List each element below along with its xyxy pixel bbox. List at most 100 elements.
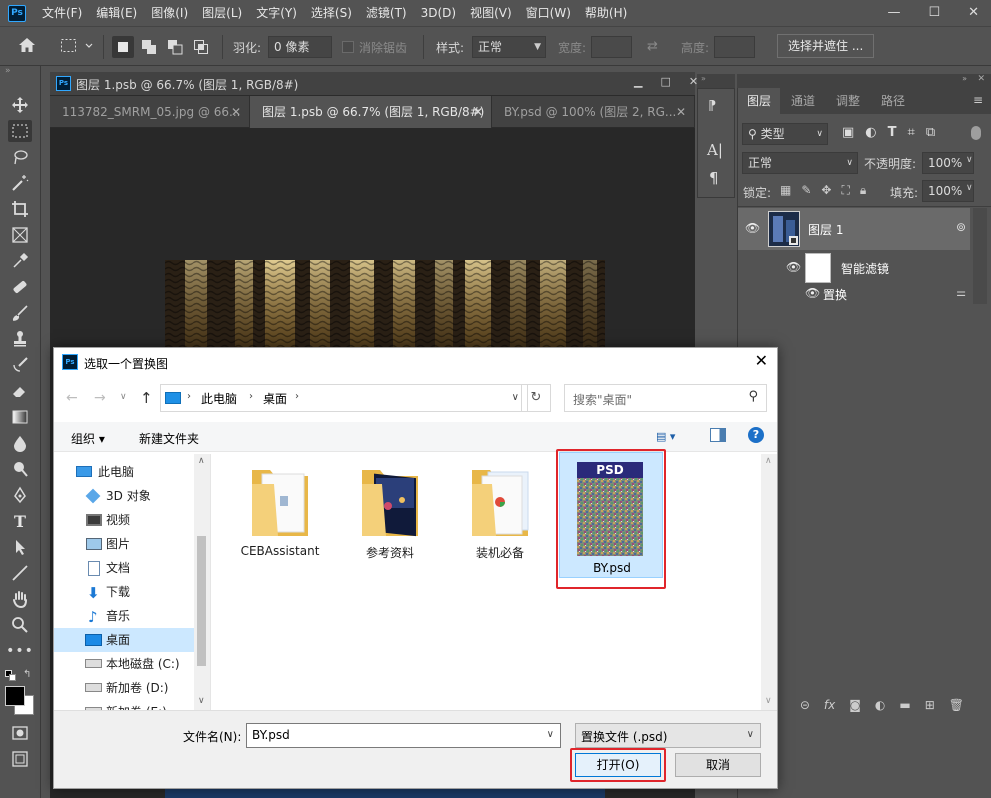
menu-file[interactable]: 文件(F) (35, 0, 89, 26)
minimize-icon[interactable]: — (887, 5, 900, 20)
close-icon[interactable]: ✕ (755, 351, 768, 370)
collapse-icon[interactable]: » (5, 66, 11, 76)
collapse-icon[interactable]: » (701, 74, 706, 83)
lock-transparent-icon[interactable]: ▦ (780, 183, 791, 198)
filename-input[interactable]: BY.psd ∨ (246, 723, 561, 748)
menu-select[interactable]: 选择(S) (304, 0, 359, 26)
breadcrumb-this-pc[interactable]: 此电脑 (201, 390, 237, 407)
menu-3d[interactable]: 3D(D) (414, 0, 463, 26)
screen-mode-icon[interactable] (8, 748, 32, 770)
menu-filter[interactable]: 滤镜(T) (359, 0, 414, 26)
nav-pictures[interactable]: 图片 (54, 532, 194, 556)
select-and-mask-button[interactable]: 选择并遮住 ... (777, 34, 875, 58)
move-tool-icon[interactable] (8, 94, 32, 116)
new-adjustment-icon[interactable]: ◐ (875, 698, 885, 712)
search-box[interactable]: 搜索"桌面" ⚲ (564, 384, 767, 412)
shape-filter-icon[interactable]: ⌗ (908, 125, 915, 140)
smart-object-filter-icon[interactable]: ⧉ (926, 125, 935, 140)
filter-options-icon[interactable]: ⚌ (956, 286, 966, 299)
file-folder-reference[interactable]: 参考资料 (342, 456, 438, 561)
recent-locations-icon[interactable]: ∨ (120, 392, 127, 402)
menu-layer[interactable]: 图层(L) (195, 0, 249, 26)
address-bar[interactable]: › 此电脑 › 桌面 › ∨ (160, 384, 528, 412)
new-group-icon[interactable]: ▬ (899, 698, 910, 712)
nav-documents[interactable]: 文档 (54, 556, 194, 580)
eyedropper-tool-icon[interactable] (8, 250, 32, 272)
menu-window[interactable]: 窗口(W) (519, 0, 578, 26)
panel-scrollbar[interactable] (973, 208, 987, 304)
adjustment-filter-icon[interactable]: ◐ (865, 125, 876, 140)
default-colors-icon[interactable] (5, 670, 17, 685)
intersect-selection-icon[interactable] (190, 36, 212, 61)
preview-pane-icon[interactable] (710, 428, 726, 442)
close-icon[interactable]: ✕ (977, 74, 985, 84)
minimize-icon[interactable]: ▁ (634, 75, 642, 88)
nav-music[interactable]: ♪ 音乐 (54, 604, 194, 628)
back-arrow-icon[interactable]: ← (66, 390, 78, 406)
nav-drive-e[interactable]: 新加卷 (E:) (54, 700, 194, 710)
subtract-selection-icon[interactable] (164, 36, 186, 61)
cancel-button[interactable]: 取消 (675, 753, 761, 777)
close-tab-icon[interactable]: ✕ (676, 96, 686, 128)
zoom-tool-icon[interactable] (8, 614, 32, 636)
paragraph-panel-icon[interactable]: ¶ (709, 169, 719, 187)
type-tool-icon[interactable]: T (8, 510, 32, 532)
scrollbar-thumb[interactable] (197, 536, 206, 666)
swap-icon[interactable]: ⇄ (647, 39, 658, 54)
nav-scrollbar[interactable]: ∧ ∨ (194, 454, 210, 710)
nav-drive-d[interactable]: 新加卷 (D:) (54, 676, 194, 700)
smart-filter-indicator-icon[interactable]: ⊚ (956, 220, 966, 234)
path-selection-tool-icon[interactable] (8, 536, 32, 558)
rectangular-marquee-tool-icon[interactable] (8, 120, 32, 142)
eraser-tool-icon[interactable] (8, 380, 32, 402)
more-tools-icon[interactable]: ••• (6, 640, 33, 662)
menu-type[interactable]: 文字(Y) (249, 0, 304, 26)
chevron-down-icon[interactable]: ∨ (747, 729, 754, 740)
chevron-down-icon[interactable]: ∨ (512, 392, 519, 403)
new-folder-button[interactable]: 新建文件夹 (139, 430, 199, 447)
tab-113782-jpg[interactable]: 113782_SMRM_05.jpg @ 66... ✕ (50, 96, 250, 128)
chevron-down-icon[interactable]: ∨ (966, 183, 973, 193)
file-folder-cebassistant[interactable]: CEBAssistant (232, 456, 328, 558)
pen-tool-icon[interactable] (8, 484, 32, 506)
layer-row-layer1[interactable]: 👁︎ 图层 1 ⊚ (738, 208, 970, 250)
chevron-down-icon[interactable]: ∨ (198, 696, 205, 706)
refresh-icon[interactable]: ↻ (521, 384, 551, 412)
new-selection-icon[interactable] (112, 36, 134, 58)
tab-layer1-psb[interactable]: 图层 1.psb @ 66.7% (图层 1, RGB/8#) ✕ (250, 96, 492, 128)
layer-row-smart-filters[interactable]: 👁︎ 智能滤镜 (738, 250, 970, 286)
nav-desktop[interactable]: 桌面 (54, 628, 194, 652)
forward-arrow-icon[interactable]: → (94, 390, 106, 406)
antialias-checkbox[interactable] (342, 41, 354, 53)
filetype-select[interactable]: 置换文件 (.psd) ∨ (575, 723, 761, 748)
maximize-icon[interactable]: ☐ (928, 5, 940, 20)
filter-toggle[interactable] (971, 126, 981, 140)
tab-by-psd[interactable]: BY.psd @ 100% (图层 2, RG... ✕ (492, 96, 695, 128)
nav-drive-c[interactable]: 本地磁盘 (C:) (54, 652, 194, 676)
close-icon[interactable]: ✕ (968, 5, 979, 20)
nav-downloads[interactable]: ⬇ 下载 (54, 580, 194, 604)
lock-artboard-icon[interactable]: ⛶ (841, 183, 849, 198)
lock-position-icon[interactable]: ✥ (821, 183, 831, 198)
chevron-up-icon[interactable]: ∧ (198, 456, 205, 466)
history-panel-icon[interactable]: ⁋ (708, 99, 716, 114)
tab-layers[interactable]: 图层 (738, 88, 780, 114)
maximize-icon[interactable]: □ (660, 75, 670, 88)
collapse-icon[interactable]: » (962, 74, 967, 83)
help-icon[interactable]: ? (748, 427, 764, 443)
home-icon[interactable] (18, 37, 36, 56)
style-select[interactable]: 正常 ▼ (472, 36, 546, 58)
line-tool-icon[interactable] (8, 562, 32, 584)
nav-3d-objects[interactable]: 3D 对象 (54, 484, 194, 508)
blur-tool-icon[interactable] (8, 432, 32, 454)
frame-tool-icon[interactable] (8, 224, 32, 246)
layer-filter-select[interactable]: ⚲ 类型 ∨ (742, 123, 828, 145)
tab-channels[interactable]: 通道 (782, 88, 824, 114)
history-brush-tool-icon[interactable] (8, 354, 32, 376)
quick-mask-icon[interactable] (8, 722, 32, 744)
link-layers-icon[interactable]: ⊝ (800, 698, 810, 712)
file-scrollbar[interactable]: ∧ ∨ (761, 454, 777, 710)
menu-edit[interactable]: 编辑(E) (89, 0, 144, 26)
tab-paths[interactable]: 路径 (872, 88, 914, 114)
canvas-image[interactable] (165, 260, 605, 350)
